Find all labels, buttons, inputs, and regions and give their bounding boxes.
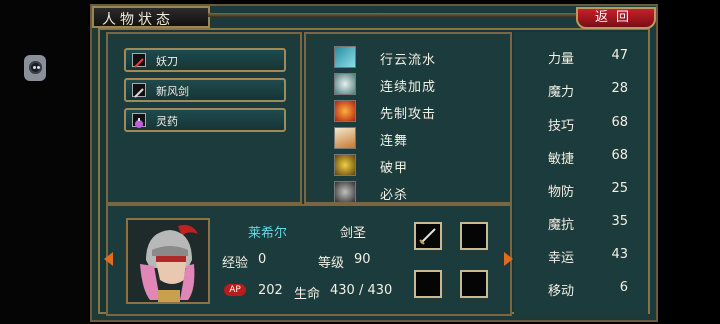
- character-name: 莱希尔: [248, 226, 288, 241]
- stat-row: 魔抗 35: [514, 214, 648, 236]
- stat-row: 物防 25: [514, 181, 648, 203]
- cross-blades-icon: [334, 73, 356, 95]
- stats-panel: 力量 47 魔力 28 技巧 68 敏捷 68 物防 25 魔抗 35 幸运 43 移动 6: [514, 32, 648, 314]
- equipment-slot-weapon[interactable]: [414, 222, 442, 250]
- inventory-item[interactable]: 灵药: [124, 108, 286, 132]
- inventory-item-label: 妖刀: [156, 55, 178, 68]
- skill-label: 先制攻击: [380, 107, 437, 122]
- character-class: 剑圣: [340, 226, 367, 241]
- stat-value: 68: [611, 115, 628, 130]
- stat-name: 魔力: [548, 85, 575, 100]
- ap-badge: AP: [224, 284, 246, 296]
- stat-row: 敏捷 68: [514, 148, 648, 170]
- potion-icon: [132, 113, 146, 128]
- inventory-panel: 妖刀 新风剑 灵药: [106, 32, 302, 204]
- stat-row: 幸运 43: [514, 247, 648, 269]
- stat-value: 28: [611, 81, 628, 96]
- inventory-item[interactable]: 妖刀: [124, 48, 286, 72]
- game-screen: 人物状态 返回 妖刀 新风剑 灵药 行云流水 连续加成 先制攻击 连舞 破甲 必…: [0, 0, 720, 324]
- stat-row: 力量 47: [514, 48, 648, 70]
- fire-strike-icon: [334, 100, 356, 122]
- floating-assistant-icon[interactable]: [24, 55, 46, 81]
- stat-value: 35: [611, 214, 628, 229]
- inventory-item-label: 新风剑: [156, 85, 189, 98]
- skill-label: 必杀: [380, 188, 409, 203]
- skill-label: 破甲: [380, 161, 409, 176]
- equipment-slot-empty[interactable]: [414, 270, 442, 298]
- skills-panel: 行云流水 连续加成 先制攻击 连舞 破甲 必杀: [304, 32, 512, 204]
- stat-value: 6: [619, 280, 628, 295]
- skill-label: 连续加成: [380, 80, 437, 95]
- stat-name: 移动: [548, 284, 575, 299]
- prev-character-arrow-icon[interactable]: [104, 252, 113, 266]
- character-portrait: [126, 218, 210, 304]
- stat-value: 47: [611, 48, 628, 63]
- stat-name: 幸运: [548, 251, 575, 266]
- title-divider: [208, 13, 578, 17]
- blade-icon: [132, 53, 146, 68]
- hp-label: 生命: [294, 287, 321, 302]
- stat-row: 移动 6: [514, 280, 648, 302]
- equipment-slot-empty[interactable]: [460, 222, 488, 250]
- stat-name: 力量: [548, 52, 575, 67]
- back-button[interactable]: 返回: [576, 7, 656, 29]
- claw-icon: [334, 127, 356, 149]
- stat-name: 敏捷: [548, 152, 575, 167]
- gear-burst-icon: [334, 154, 356, 176]
- stat-value: 68: [611, 148, 628, 163]
- skill-label: 行云流水: [380, 53, 437, 68]
- skill-label: 连舞: [380, 134, 409, 149]
- next-character-arrow-icon[interactable]: [504, 252, 513, 266]
- sword-icon: [419, 228, 436, 245]
- title-tab: 人物状态: [92, 6, 210, 28]
- ap-value: 202: [258, 283, 283, 298]
- exp-value: 0: [258, 252, 267, 267]
- level-label: 等级: [318, 256, 345, 271]
- stat-value: 25: [611, 181, 628, 196]
- level-value: 90: [354, 252, 371, 267]
- stat-row: 技巧 68: [514, 115, 648, 137]
- wind-sword-icon: [334, 46, 356, 68]
- page-title: 人物状态: [102, 12, 174, 28]
- inventory-item-label: 灵药: [156, 115, 178, 128]
- sword-icon: [132, 83, 146, 98]
- stat-name: 物防: [548, 185, 575, 200]
- stat-value: 43: [611, 247, 628, 262]
- exp-label: 经验: [222, 256, 249, 271]
- inventory-item[interactable]: 新风剑: [124, 78, 286, 102]
- device-edge: [0, 0, 88, 324]
- skull-icon: [334, 181, 356, 202]
- stat-name: 技巧: [548, 119, 575, 134]
- equipment-slot-empty[interactable]: [460, 270, 488, 298]
- stat-row: 魔力 28: [514, 81, 648, 103]
- stat-name: 魔抗: [548, 218, 575, 233]
- hp-value: 430 / 430: [330, 283, 393, 298]
